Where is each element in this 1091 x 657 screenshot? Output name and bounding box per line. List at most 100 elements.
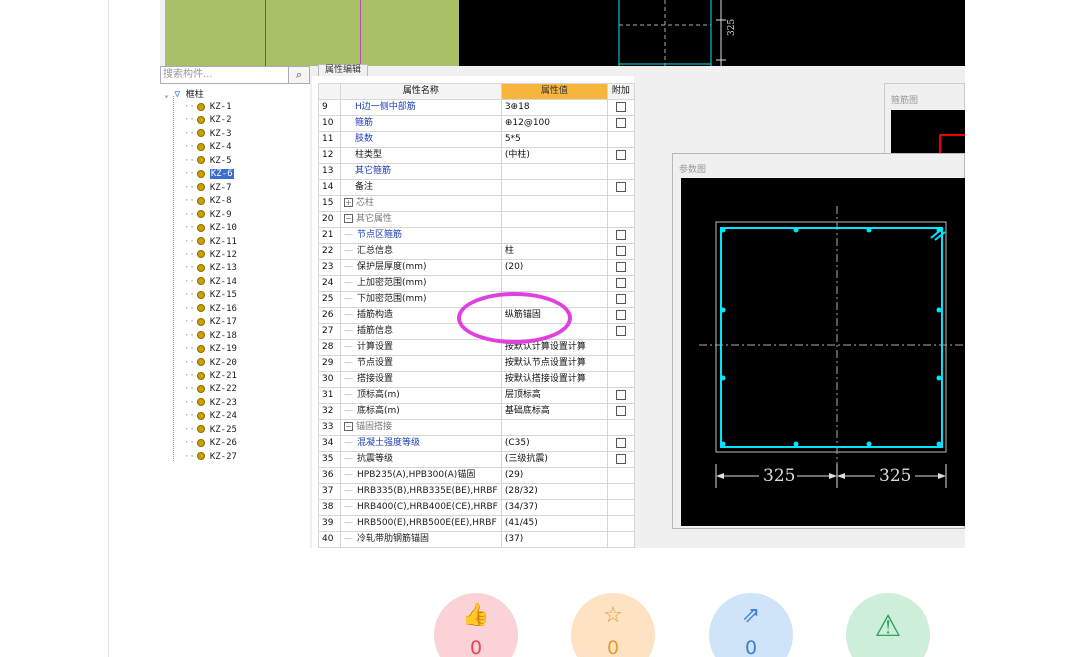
tree-item[interactable]: ·· KZ-11 [184,237,237,248]
property-row[interactable]: 14 备注 [318,179,635,196]
property-row[interactable]: 37— HRB335(B),HRB335E(BE),HRBF (28/32) [318,483,635,500]
tree-item[interactable]: ·· KZ-12 [184,250,237,261]
extra-checkbox[interactable] [615,101,626,112]
property-row[interactable]: 23— 保护层厚度(mm) (20) [318,259,635,276]
property-row[interactable]: 13 其它箍筋 [318,163,635,180]
tab-property-edit[interactable]: 属性编辑 [318,64,368,76]
property-value[interactable]: (28/32) [500,483,608,500]
tree-item[interactable]: ·· KZ-1 [184,102,232,113]
tree-item[interactable]: ·· KZ-16 [184,304,237,315]
tree-item[interactable]: ·· KZ-6 [184,169,234,180]
extra-checkbox[interactable] [615,293,626,304]
property-value[interactable]: (29) [500,467,608,484]
property-row[interactable]: 15 + 芯柱 [318,195,635,212]
property-value[interactable]: 5*5 [500,131,608,148]
property-value[interactable] [500,227,608,244]
param-window[interactable]: 参数图 325 325 [672,153,965,529]
extra-checkbox[interactable] [615,149,626,160]
extra-checkbox[interactable] [615,325,626,336]
property-value[interactable]: (中柱) [500,147,608,164]
property-value[interactable]: ⊕12@100 [500,115,608,132]
tree-item[interactable]: ·· KZ-19 [184,344,237,355]
tree-item[interactable]: ·· KZ-27 [184,452,237,463]
property-row[interactable]: 31— 顶标高(m) 层顶标高 [318,387,635,404]
property-row[interactable]: 10 箍筋 ⊕12@100 [318,115,635,132]
favorite-button[interactable]: ☆ 0 [571,593,655,657]
property-row[interactable]: 11 肢数 5*5 [318,131,635,148]
property-value[interactable]: 按默认搭接设置计算 [500,371,608,388]
property-row[interactable]: 24— 上加密范围(mm) [318,275,635,292]
property-value[interactable] [500,211,608,228]
tree-root[interactable]: ⌄ ▽ 框柱 [164,89,204,100]
property-value[interactable]: (34/37) [500,499,608,516]
tree-item[interactable]: ·· KZ-5 [184,156,232,167]
property-row[interactable]: 38— HRB400(C),HRB400E(CE),HRBF (34/37) [318,499,635,516]
tree-item[interactable]: ·· KZ-26 [184,438,237,449]
tree-item[interactable]: ·· KZ-8 [184,196,232,207]
property-row[interactable]: 40— 冷轧带肋钢筋锚固 (37) [318,531,635,548]
tree-item[interactable]: ·· KZ-20 [184,358,237,369]
tree-item[interactable]: ·· KZ-10 [184,223,237,234]
tree-item[interactable]: ·· KZ-17 [184,317,237,328]
property-row[interactable]: 35— 抗震等级 (三级抗震) [318,451,635,468]
property-value[interactable]: 基础底标高 [500,403,608,420]
property-row[interactable]: 30— 搭接设置 按默认搭接设置计算 [318,371,635,388]
tree-item[interactable]: ·· KZ-22 [184,384,237,395]
expand-icon[interactable]: + [344,198,353,207]
property-row[interactable]: 34— 混凝土强度等级 (C35) [318,435,635,452]
property-row[interactable]: 39— HRB500(E),HRB500E(EE),HRBF (41/45) [318,515,635,532]
like-button[interactable]: 👍 0 [434,593,518,657]
property-value[interactable]: (三级抗震) [500,451,608,468]
extra-checkbox[interactable] [615,181,626,192]
tree-item[interactable]: ·· KZ-9 [184,210,232,221]
property-row[interactable]: 9 H边一侧中部筋 3⊕18 [318,99,635,116]
property-value[interactable]: (C35) [500,435,608,452]
extra-checkbox[interactable] [615,277,626,288]
tree-item[interactable]: ·· KZ-21 [184,371,237,382]
property-value[interactable]: 层顶标高 [500,387,608,404]
extra-checkbox[interactable] [615,389,626,400]
property-value[interactable]: (20) [500,259,608,276]
share-button[interactable]: ⇗ 0 [709,593,793,657]
tree-item[interactable]: ·· KZ-23 [184,398,237,409]
extra-checkbox[interactable] [615,261,626,272]
property-value[interactable] [500,163,608,180]
report-button[interactable]: ⚠ [846,593,930,657]
property-row[interactable]: 12 柱类型 (中柱) [318,147,635,164]
property-row[interactable]: 29— 节点设置 按默认节点设置计算 [318,355,635,372]
tree-item[interactable]: ·· KZ-25 [184,425,237,436]
tree-item[interactable]: ·· KZ-14 [184,277,237,288]
extra-checkbox[interactable] [615,437,626,448]
tree-item[interactable]: ·· KZ-3 [184,129,232,140]
collapse-icon[interactable]: − [344,422,353,431]
tree-item[interactable]: ·· KZ-2 [184,115,232,126]
property-row[interactable]: 21— 节点区箍筋 [318,227,635,244]
extra-checkbox[interactable] [615,245,626,256]
property-value[interactable] [500,275,608,292]
tree-item[interactable]: ·· KZ-24 [184,411,237,422]
property-row[interactable]: 36— HPB235(A),HPB300(A)锚固 (29) [318,467,635,484]
property-row[interactable]: 20− 其它属性 [318,211,635,228]
extra-checkbox[interactable] [615,229,626,240]
property-value[interactable]: 3⊕18 [500,99,608,116]
tree-item[interactable]: ·· KZ-15 [184,290,237,301]
collapse-icon[interactable]: − [344,214,353,223]
extra-checkbox[interactable] [615,309,626,320]
property-value[interactable] [500,179,608,196]
property-value[interactable]: 按默认节点设置计算 [500,355,608,372]
property-row[interactable]: 28— 计算设置 按默认计算设置计算 [318,339,635,356]
tree-item[interactable]: ·· KZ-18 [184,331,237,342]
property-value[interactable] [500,419,608,436]
tree-item[interactable]: ·· KZ-13 [184,263,237,274]
property-row[interactable]: 33− 锚固搭接 [318,419,635,436]
property-row[interactable]: 32— 底标高(m) 基础底标高 [318,403,635,420]
property-value[interactable]: (41/45) [500,515,608,532]
tree-item[interactable]: ·· KZ-4 [184,142,232,153]
tree-item[interactable]: ·· KZ-7 [184,183,232,194]
search-icon[interactable]: ⌕ [288,66,310,84]
property-row[interactable]: 22— 汇总信息 柱 [318,243,635,260]
extra-checkbox[interactable] [615,117,626,128]
property-value[interactable]: (37) [500,531,608,548]
extra-checkbox[interactable] [615,453,626,464]
property-value[interactable] [500,195,608,212]
